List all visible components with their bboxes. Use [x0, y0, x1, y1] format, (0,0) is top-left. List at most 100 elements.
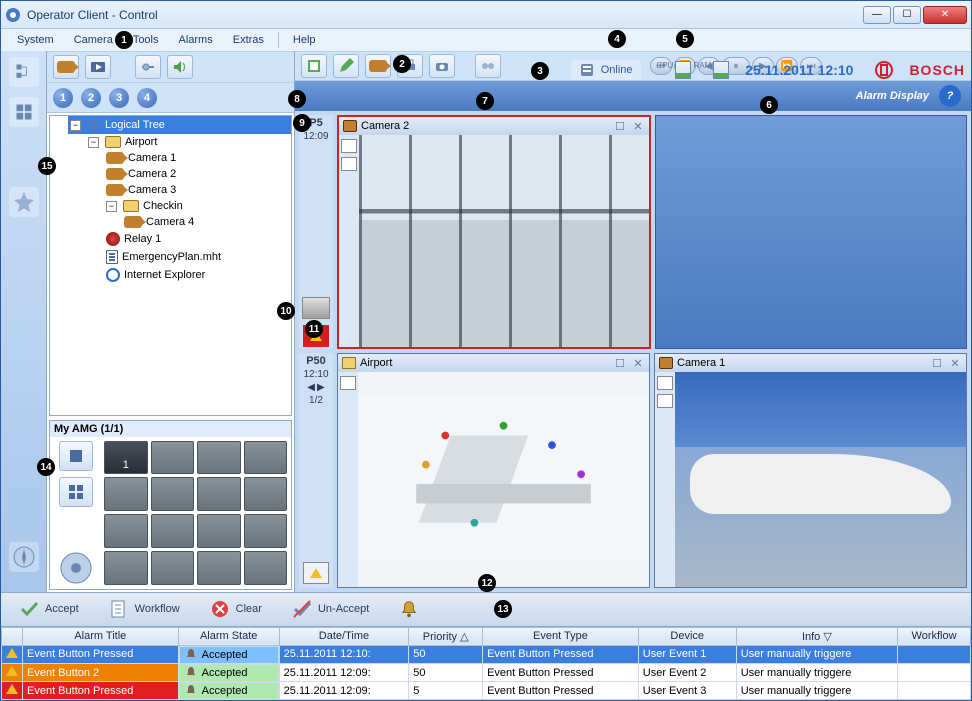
pane-maximize[interactable]: ☐ — [613, 356, 627, 370]
instant-replay-icon[interactable] — [657, 376, 673, 390]
alarm-row[interactable]: Event Button 2 Accepted 25.11.2011 12:09… — [2, 664, 971, 682]
col-type[interactable]: Event Type — [483, 627, 639, 645]
tree-cam3[interactable]: Camera 3 — [104, 182, 291, 198]
tree-cam1[interactable]: Camera 1 — [104, 150, 291, 166]
tree-cam2[interactable]: Camera 2 — [104, 166, 291, 182]
page-prev[interactable]: ◀ — [307, 382, 315, 393]
bell-button[interactable] — [391, 597, 427, 621]
empty-alarm-pane[interactable] — [655, 115, 967, 349]
compass-icon[interactable] — [9, 542, 39, 572]
layout-4[interactable]: 4 — [137, 88, 157, 108]
edit-button[interactable] — [333, 54, 359, 78]
amg-cell[interactable] — [151, 514, 195, 548]
col-priority[interactable]: Priority △ — [409, 627, 483, 645]
col-device[interactable]: Device — [638, 627, 736, 645]
col-workflow[interactable]: Workflow — [898, 627, 971, 645]
amg-cell[interactable] — [151, 441, 195, 475]
amg-cell[interactable] — [244, 514, 288, 548]
airport-map[interactable] — [358, 372, 649, 586]
maximize-button[interactable]: ☐ — [893, 6, 921, 24]
layout-1[interactable]: 1 — [53, 88, 73, 108]
pane-close[interactable]: ✕ — [631, 356, 645, 370]
amg-cell[interactable] — [151, 551, 195, 585]
menu-camera[interactable]: Camera — [64, 32, 123, 48]
amg-cell[interactable] — [197, 551, 241, 585]
expand-toggle[interactable]: − — [106, 201, 117, 212]
single-view-icon[interactable] — [59, 441, 93, 471]
unaccept-button[interactable]: Un-Accept — [284, 597, 377, 621]
amg-cell[interactable] — [197, 441, 241, 475]
amg-cell[interactable] — [244, 551, 288, 585]
alert-icon[interactable] — [303, 562, 329, 584]
tree-airport[interactable]: −Airport — [86, 134, 291, 150]
amg-cell[interactable] — [151, 477, 195, 511]
audio-icon[interactable] — [657, 394, 673, 408]
amg-cell-1[interactable]: 1 — [104, 441, 148, 475]
workflow-button[interactable]: Workflow — [101, 597, 188, 621]
video-feed-camera-1[interactable] — [675, 372, 966, 586]
expand-toggle[interactable]: − — [88, 137, 99, 148]
tree-root[interactable]: −Logical Tree — [68, 116, 291, 134]
col-title[interactable]: Alarm Title — [23, 627, 179, 645]
alarm-row[interactable]: Event Button Pressed Accepted 25.11.2011… — [2, 645, 971, 664]
pane-camera-1[interactable]: Camera 1 ☐ ✕ — [654, 353, 967, 587]
amg-cell[interactable] — [104, 551, 148, 585]
tree-relay[interactable]: Relay 1 — [104, 230, 291, 248]
pane-close[interactable]: ✕ — [631, 119, 645, 133]
col-indicator[interactable] — [2, 627, 23, 645]
close-button[interactable]: ✕ — [923, 6, 967, 24]
menu-alarms[interactable]: Alarms — [169, 32, 223, 48]
favorites-icon[interactable] — [9, 187, 39, 217]
tree-cam3-label: Camera 3 — [128, 184, 176, 196]
pane-camera-2[interactable]: Camera 2 ☐ ✕ — [337, 115, 651, 349]
pane-maximize[interactable]: ☐ — [930, 356, 944, 370]
ptz-dpad-icon[interactable] — [59, 551, 93, 585]
col-info[interactable]: Info ▽ — [736, 627, 897, 645]
amg-cell[interactable] — [104, 477, 148, 511]
audio-icon[interactable] — [341, 157, 357, 171]
menu-system[interactable]: System — [7, 32, 64, 48]
amg-cell[interactable] — [244, 477, 288, 511]
help-button[interactable]: ? — [939, 85, 961, 107]
minimize-button[interactable]: — — [863, 6, 891, 24]
snapshot-button[interactable] — [429, 54, 455, 78]
quad-view-icon[interactable] — [59, 477, 93, 507]
camera-button[interactable] — [53, 55, 79, 79]
amg-cell[interactable] — [244, 441, 288, 475]
audio-icon[interactable] — [340, 376, 356, 390]
accept-button[interactable]: Accept — [11, 597, 87, 621]
menu-help[interactable]: Help — [283, 32, 326, 48]
amg-cell[interactable] — [197, 514, 241, 548]
pane-airport-map[interactable]: Airport ☐ ✕ — [337, 353, 650, 587]
layout-3[interactable]: 3 — [109, 88, 129, 108]
tree-eplan[interactable]: EmergencyPlan.mht — [104, 248, 291, 266]
tree-view-icon[interactable] — [9, 57, 39, 87]
clear-button[interactable]: Clear — [202, 597, 270, 621]
link-button[interactable] — [475, 54, 501, 78]
grid-icon[interactable] — [9, 97, 39, 127]
audio-button[interactable] — [167, 55, 193, 79]
thumbnail[interactable] — [302, 297, 330, 319]
col-state[interactable]: Alarm State — [178, 627, 279, 645]
record-button[interactable] — [85, 55, 111, 79]
expand-toggle[interactable]: − — [70, 120, 81, 131]
online-status[interactable]: Online — [571, 60, 641, 80]
pane-close[interactable]: ✕ — [948, 356, 962, 370]
ref-image-button[interactable] — [301, 54, 327, 78]
video-feed-camera-2[interactable] — [359, 135, 649, 347]
layout-2[interactable]: 2 — [81, 88, 101, 108]
instant-replay-icon[interactable] — [341, 139, 357, 153]
snapshot-cam-button[interactable] — [365, 54, 391, 78]
tree-checkin[interactable]: −Checkin — [104, 198, 291, 214]
alarm-row[interactable]: Event Button Pressed Accepted 25.11.2011… — [2, 682, 971, 700]
amg-cell[interactable] — [104, 514, 148, 548]
tree-ie[interactable]: Internet Explorer — [104, 266, 291, 284]
tree-cam4[interactable]: Camera 4 — [122, 214, 291, 230]
pane-maximize[interactable]: ☐ — [613, 119, 627, 133]
menu-extras[interactable]: Extras — [223, 32, 274, 48]
col-datetime[interactable]: Date/Time — [279, 627, 409, 645]
slider-button[interactable] — [135, 55, 161, 79]
page-next[interactable]: ▶ — [317, 382, 325, 393]
menu-separator — [278, 32, 279, 48]
amg-cell[interactable] — [197, 477, 241, 511]
